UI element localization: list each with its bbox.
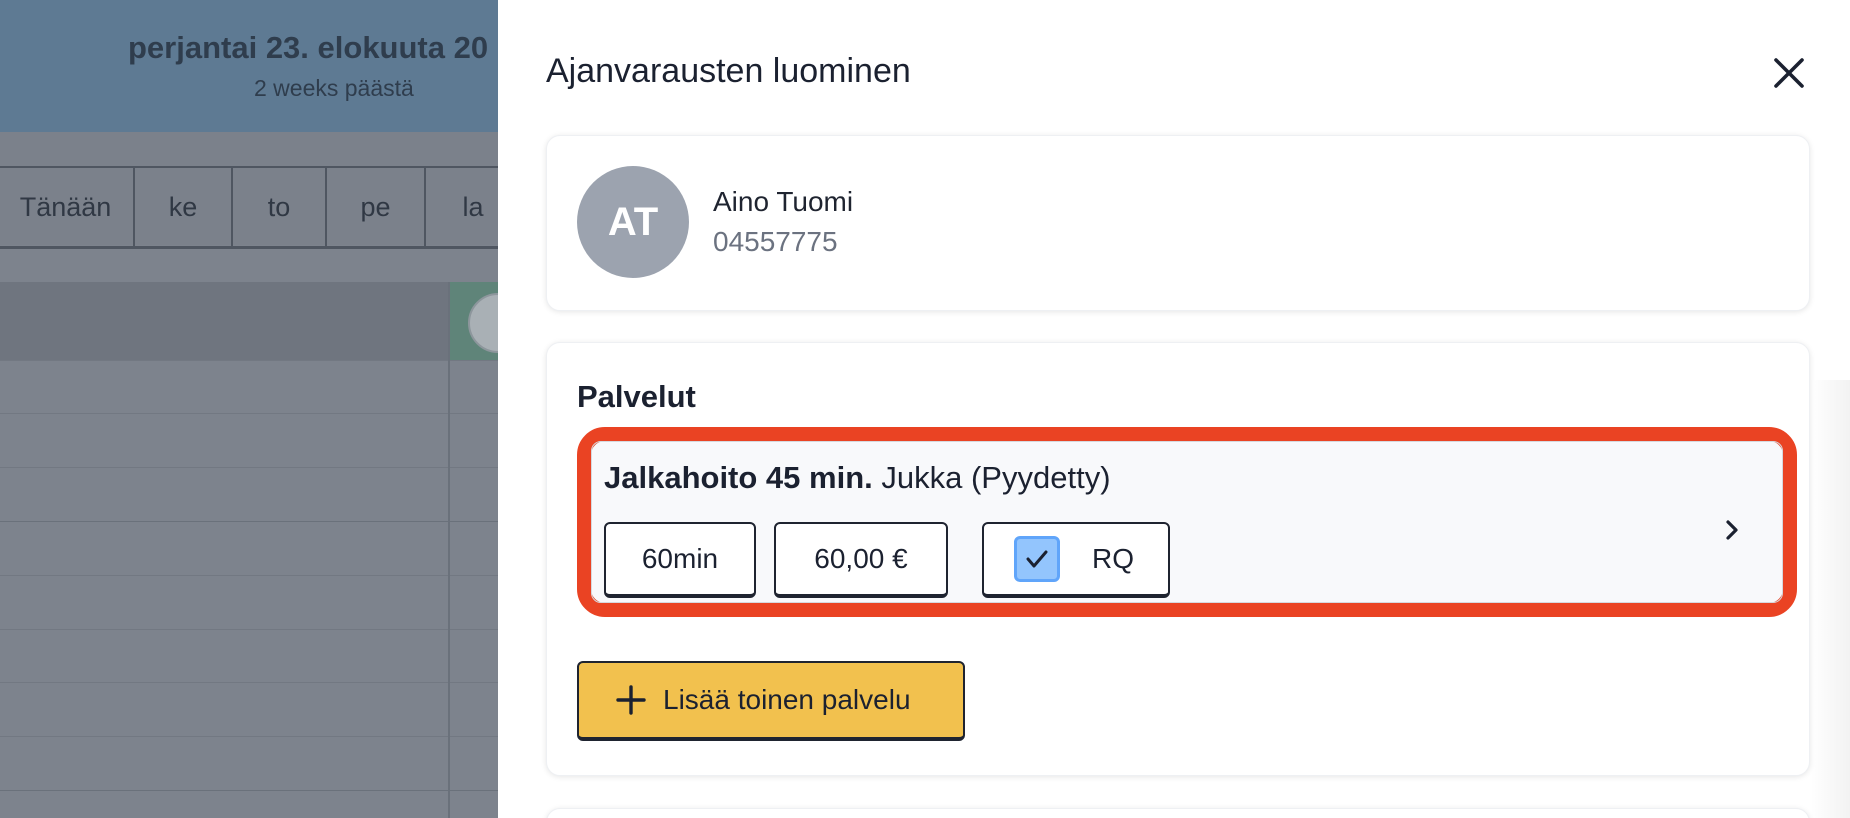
- day-tab-strip: Tänään ke to pe la: [0, 132, 498, 249]
- service-name: Jalkahoito 45 min.: [604, 460, 873, 495]
- chevron-right-icon[interactable]: [1720, 518, 1744, 542]
- plus-icon: [616, 685, 646, 715]
- customer-name: Aino Tuomi: [713, 186, 854, 217]
- customer-card[interactable]: AT Aino Tuomi 04557775: [546, 135, 1810, 311]
- day-tab-row: Tänään ke to pe la: [0, 166, 498, 249]
- price-chip[interactable]: 60,00 €: [774, 522, 948, 598]
- calendar-grid: [0, 282, 498, 818]
- day-tab-sat[interactable]: la: [426, 168, 498, 246]
- close-icon: [1774, 58, 1804, 88]
- customer-phone: 04557775: [713, 226, 838, 257]
- create-appointment-drawer: Ajanvarausten luominen AT Aino Tuomi 045…: [498, 0, 1850, 818]
- grid-line: [0, 790, 498, 791]
- close-button[interactable]: [1768, 52, 1810, 94]
- calendar-relative-label: 2 weeks päästä: [254, 75, 414, 101]
- service-item[interactable]: Jalkahoito 45 min. Jukka (Pyydetty) 60mi…: [577, 427, 1797, 617]
- add-service-button[interactable]: Lisää toinen palvelu: [577, 661, 965, 741]
- customer-avatar: AT: [577, 166, 689, 278]
- grid-line: [0, 360, 498, 361]
- staff-avatar: [468, 293, 498, 353]
- grid-line: [0, 682, 498, 683]
- services-card: Palvelut Jalkahoito 45 min. Jukka (Pyyde…: [546, 342, 1810, 776]
- staff-column-header[interactable]: [450, 282, 498, 360]
- service-item-body: Jalkahoito 45 min. Jukka (Pyydetty) 60mi…: [591, 441, 1783, 603]
- add-service-label: Lisää toinen palvelu: [663, 684, 911, 715]
- grid-column-divider: [448, 282, 450, 818]
- grid-line: [0, 629, 498, 630]
- requested-toggle[interactable]: RQ: [982, 522, 1170, 598]
- grid-line: [0, 413, 498, 414]
- grid-line: [0, 467, 498, 468]
- check-icon: [1026, 550, 1048, 568]
- drawer-title: Ajanvarausten luominen: [546, 52, 911, 90]
- service-staff: Jukka (Pyydetty): [881, 460, 1111, 495]
- day-tab-wed[interactable]: ke: [135, 168, 233, 246]
- grid-line: [0, 736, 498, 737]
- service-title: Jalkahoito 45 min. Jukka (Pyydetty): [604, 460, 1111, 496]
- next-section-card: [546, 808, 1810, 818]
- requested-label: RQ: [1092, 543, 1134, 574]
- services-heading: Palvelut: [577, 379, 696, 414]
- calendar-header: perjantai 23. elokuuta 20 2 weeks päästä: [0, 0, 498, 134]
- side-shadow: [1810, 380, 1850, 818]
- day-tab-today[interactable]: Tänään: [0, 168, 135, 246]
- calendar-header-band: [0, 282, 498, 360]
- day-tab-thu[interactable]: to: [233, 168, 327, 246]
- calendar-date-heading: perjantai 23. elokuuta 20: [128, 30, 489, 65]
- calendar-background: perjantai 23. elokuuta 20 2 weeks päästä…: [0, 0, 498, 818]
- calendar-slots[interactable]: [0, 360, 498, 818]
- duration-chip[interactable]: 60min: [604, 522, 756, 598]
- day-tab-fri[interactable]: pe: [327, 168, 426, 246]
- grid-line: [0, 521, 498, 522]
- requested-checkbox[interactable]: [1014, 536, 1060, 582]
- grid-line: [0, 575, 498, 576]
